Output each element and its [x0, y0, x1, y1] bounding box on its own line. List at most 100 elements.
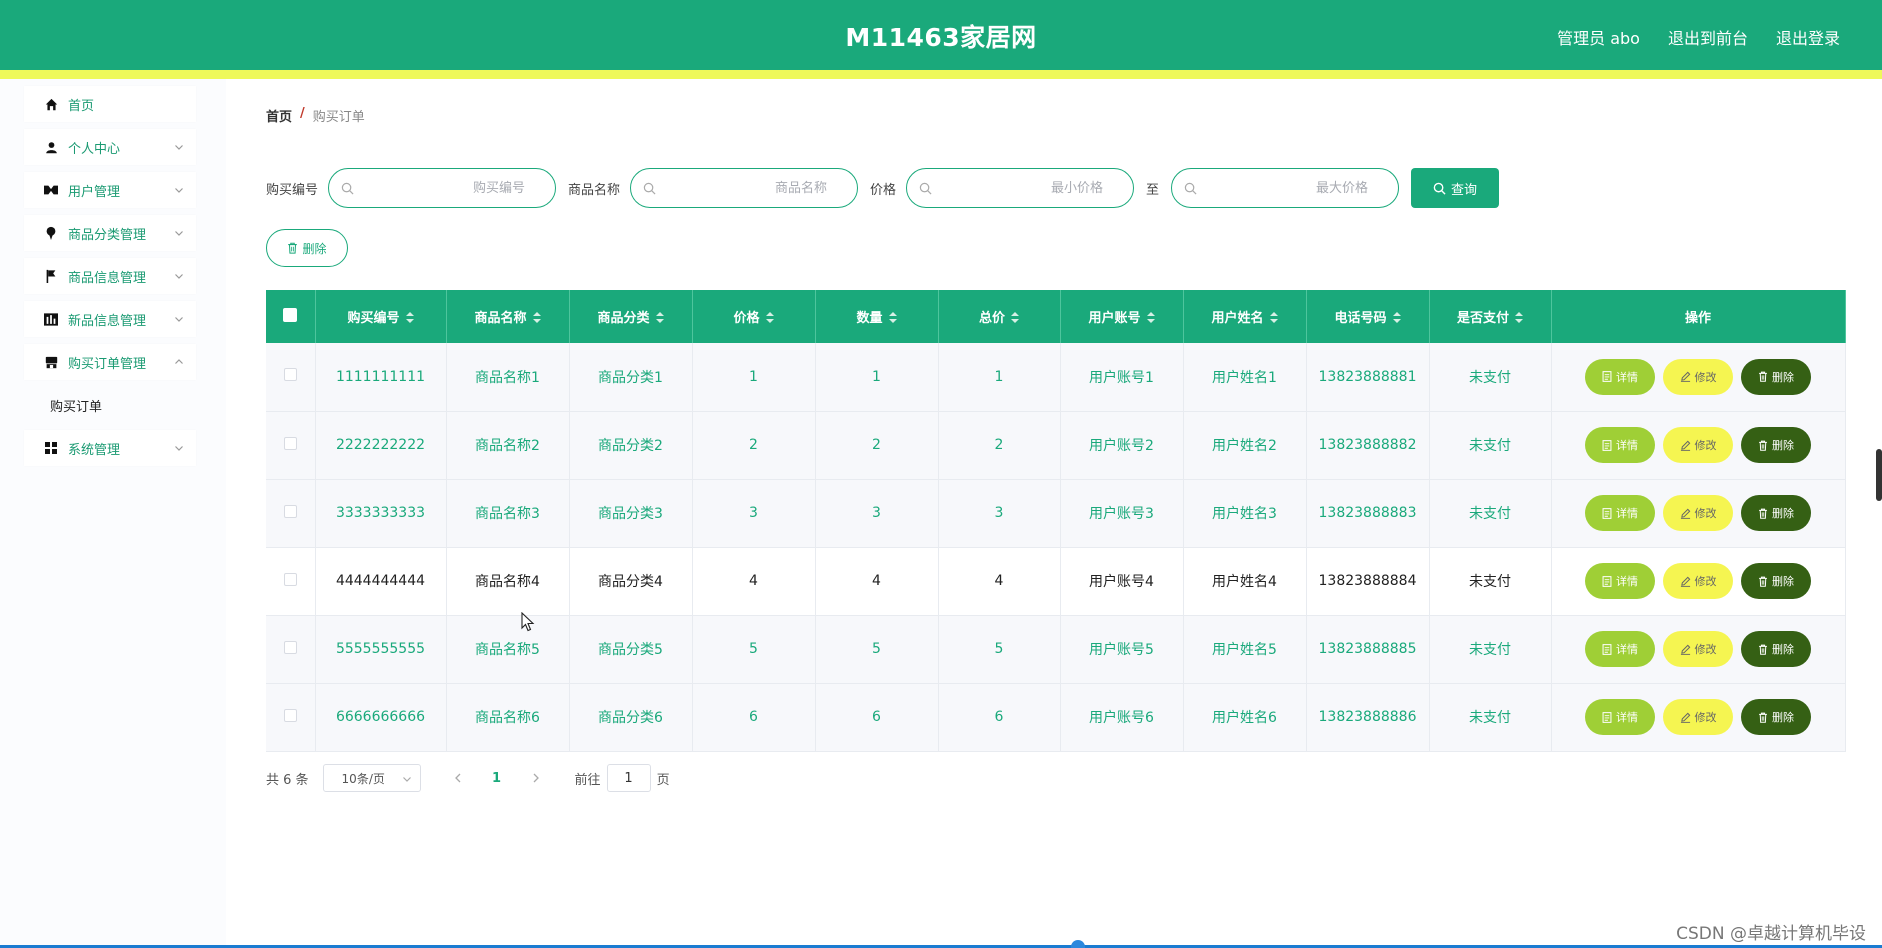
category-cell: 商品分类6	[569, 683, 693, 752]
row-checkbox[interactable]	[283, 368, 297, 382]
row-checkbox[interactable]	[283, 708, 297, 722]
scrollbar-thumb[interactable]	[1876, 449, 1882, 501]
column-header[interactable]: 商品分类	[569, 290, 693, 343]
page-size-select[interactable]: 10条/页	[322, 764, 421, 792]
sort-icon	[1392, 312, 1401, 323]
search-icon	[1184, 182, 1197, 195]
column-header[interactable]: 是否支付	[1429, 290, 1552, 343]
detail-button[interactable]: 详情	[1585, 563, 1655, 599]
column-header[interactable]: 总价	[938, 290, 1061, 343]
delete-button-label: 删除	[1772, 439, 1794, 452]
column-header[interactable]: 电话号码	[1306, 290, 1430, 343]
edit-button[interactable]: 修改	[1663, 631, 1733, 667]
username-cell: 用户姓名6	[1183, 683, 1307, 752]
goto-page-input[interactable]	[606, 764, 651, 792]
search-icon	[1433, 182, 1446, 195]
bulk-delete-button[interactable]: 删除	[266, 229, 348, 267]
table-row[interactable]: 6666666666 商品名称6 商品分类6 6 6 6 用户账号6 用户姓名6 1382388…	[266, 683, 1846, 752]
sidebar-item-personal-center[interactable]: 个人中心	[24, 129, 196, 165]
select-all-checkbox[interactable]	[283, 307, 298, 322]
product-name-cell: 商品名称2	[446, 411, 570, 480]
delete-button[interactable]: 删除	[1741, 358, 1811, 395]
delete-button[interactable]: 删除	[1741, 563, 1811, 599]
min-price-input[interactable]	[907, 169, 1134, 207]
table-row[interactable]: 2222222222 商品名称2 商品分类2 2 2 2 用户账号2 用户姓名2 1382388…	[266, 411, 1846, 480]
edit-button[interactable]: 修改	[1663, 358, 1733, 395]
sidebar-item-system-management[interactable]: 系统管理	[24, 430, 196, 466]
column-header[interactable]: 商品名称	[446, 290, 570, 343]
next-page-button[interactable]	[521, 773, 551, 783]
delete-button[interactable]: 删除	[1741, 427, 1811, 463]
progress-handle[interactable]	[1071, 940, 1085, 948]
row-checkbox[interactable]	[283, 504, 297, 518]
breadcrumb-home[interactable]: 首页	[266, 106, 292, 125]
delete-button[interactable]: 删除	[1741, 495, 1811, 531]
account-cell: 用户账号2	[1060, 411, 1184, 480]
detail-button[interactable]: 详情	[1585, 358, 1655, 395]
prev-page-button[interactable]	[443, 773, 473, 783]
delete-button[interactable]: 删除	[1741, 631, 1811, 667]
logout-link[interactable]: 退出登录	[1776, 25, 1840, 49]
row-select-cell	[266, 343, 316, 412]
sidebar-item-product-management[interactable]: 商品信息管理	[24, 258, 196, 294]
username-cell: 用户姓名5	[1183, 615, 1307, 684]
detail-button[interactable]: 详情	[1585, 495, 1655, 531]
document-icon	[1602, 711, 1612, 723]
category-cell: 商品分类3	[569, 479, 693, 548]
query-button[interactable]: 查询	[1411, 168, 1500, 208]
product-name-cell: 商品名称5	[446, 615, 570, 684]
column-header[interactable]: 用户账号	[1060, 290, 1184, 343]
delete-button[interactable]: 删除	[1741, 699, 1811, 735]
order-no-input[interactable]	[329, 169, 556, 207]
edit-button[interactable]: 修改	[1663, 699, 1733, 735]
column-header[interactable]: 用户姓名	[1183, 290, 1307, 343]
column-header[interactable]: 数量	[815, 290, 939, 343]
table-row[interactable]: 5555555555 商品名称5 商品分类5 5 5 5 用户账号5 用户姓名5 1382388…	[266, 615, 1846, 684]
edit-button[interactable]: 修改	[1663, 427, 1733, 463]
total-cell: 2	[938, 411, 1061, 480]
detail-button[interactable]: 详情	[1585, 427, 1655, 463]
sidebar-item-home[interactable]: 首页	[24, 86, 196, 122]
column-header[interactable]: 价格	[692, 290, 816, 343]
detail-button[interactable]: 详情	[1585, 699, 1655, 735]
row-checkbox[interactable]	[283, 640, 297, 654]
table-row[interactable]: 1111111111 商品名称1 商品分类1 1 1 1 用户账号1 用户姓名1 1382388…	[266, 343, 1846, 412]
sidebar-item-user-management[interactable]: 用户管理	[24, 172, 196, 208]
chevron-down-icon	[175, 188, 183, 193]
front-link[interactable]: 退出到前台	[1668, 25, 1748, 49]
table-row[interactable]: 4444444444 商品名称4 商品分类4 4 4 4 用户账号4 用户姓名4 1382388…	[266, 547, 1846, 616]
sort-icon	[532, 312, 541, 323]
chevron-right-icon	[533, 773, 539, 783]
price-cell: 6	[692, 683, 816, 752]
sidebar-item-label: 首页	[68, 98, 95, 114]
user-icon	[44, 140, 58, 154]
sort-icon	[1011, 312, 1019, 323]
row-checkbox[interactable]	[283, 572, 297, 586]
sidebar: 首页 个人中心 用户管理 商品分类管理 商品信息管理 新品信息管理 购买订单管理…	[24, 86, 196, 473]
shop-icon	[44, 355, 58, 369]
edit-button[interactable]: 修改	[1663, 495, 1733, 531]
username-cell: 用户姓名1	[1183, 343, 1307, 412]
row-select-cell	[266, 411, 316, 480]
row-checkbox[interactable]	[283, 436, 297, 450]
sidebar-item-order-management[interactable]: 购买订单管理	[24, 344, 196, 380]
max-price-input[interactable]	[1172, 169, 1399, 207]
price-cell: 3	[692, 479, 816, 548]
row-actions: 详情 修改 删除	[1552, 495, 1845, 531]
goto-suffix: 页	[656, 772, 670, 788]
edit-button[interactable]: 修改	[1663, 563, 1733, 599]
trash-icon	[1759, 371, 1767, 382]
edit-button-label: 修改	[1694, 575, 1717, 588]
row-actions: 详情 修改 删除	[1552, 427, 1845, 463]
product-name-input[interactable]	[631, 169, 858, 207]
detail-button[interactable]: 详情	[1585, 631, 1655, 667]
row-actions: 详情 修改 删除	[1552, 699, 1845, 735]
table-row[interactable]: 3333333333 商品名称3 商品分类3 3 3 3 用户账号3 用户姓名3 1382388…	[266, 479, 1846, 548]
page-number-current[interactable]: 1	[482, 771, 512, 786]
sidebar-item-category-management[interactable]: 商品分类管理	[24, 215, 196, 251]
sidebar-subitem-orders[interactable]: 购买订单	[24, 387, 196, 423]
column-header[interactable]: 购买编号	[315, 290, 447, 343]
sidebar-item-new-product-management[interactable]: 新品信息管理	[24, 301, 196, 337]
mouse-cursor-icon	[521, 612, 535, 632]
pin-icon	[44, 226, 58, 240]
